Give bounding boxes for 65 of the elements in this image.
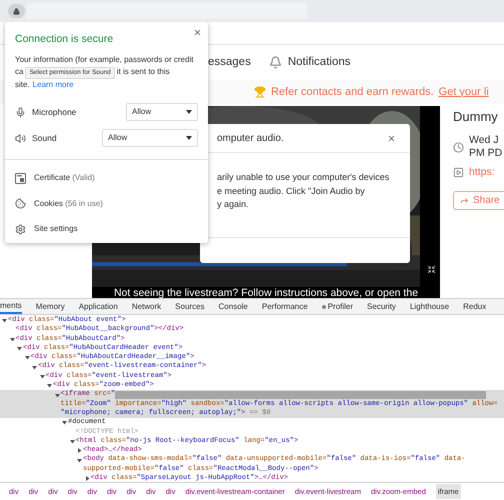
- info-text: ca: [15, 66, 24, 78]
- video-link-icon: [453, 167, 464, 178]
- expand-down-icon[interactable]: [70, 439, 74, 444]
- permission-dropdown[interactable]: Allow: [102, 129, 198, 148]
- clock-icon: [453, 142, 464, 152]
- permission-dropdown[interactable]: Allow: [126, 103, 198, 122]
- expand-down-icon[interactable]: [24, 355, 30, 360]
- site-info-item[interactable]: Certificate (Valid): [15, 165, 208, 191]
- bell-icon: [268, 56, 282, 69]
- devtools-tab[interactable]: Application: [78, 299, 118, 314]
- site-info-item[interactable]: Cookies (56 in use): [15, 190, 208, 216]
- lock-icon: [13, 8, 20, 14]
- devtools-tab[interactable]: Memory: [36, 299, 65, 314]
- settings-icon: [15, 224, 26, 234]
- certificate-icon: [15, 172, 26, 184]
- devtools-tab[interactable]: Security: [367, 299, 396, 314]
- expand-down-icon[interactable]: [54, 392, 60, 398]
- event-date: Wed J: [469, 134, 500, 147]
- trophy-icon: [254, 86, 266, 98]
- site-info-item[interactable]: Site settings: [15, 216, 208, 242]
- expand-down-icon[interactable]: [32, 364, 37, 370]
- devtools-tab[interactable]: Sources: [175, 299, 205, 314]
- expand-down-icon[interactable]: [77, 458, 82, 463]
- lock-button[interactable]: [8, 4, 25, 18]
- info-text: it is sent to this: [116, 66, 170, 78]
- permission-label: Sound: [32, 132, 58, 145]
- devtools-tab[interactable]: Redux: [463, 299, 486, 314]
- caret-icon: [186, 110, 192, 114]
- microphone-icon: [15, 106, 26, 118]
- close-icon[interactable]: [193, 28, 202, 37]
- dialog-text: y again.: [217, 198, 250, 211]
- expand-right-icon[interactable]: [77, 448, 82, 454]
- info-text: Your information (for example, passwords or credit: [15, 54, 194, 66]
- expand-right-icon[interactable]: [84, 476, 90, 482]
- devtools-tab[interactable]: Profiler: [322, 299, 354, 314]
- close-icon[interactable]: [387, 134, 396, 142]
- devtools-tab[interactable]: ments: [0, 299, 22, 314]
- dialog-title: omputer audio.: [217, 132, 284, 146]
- popup-title: Connection is secure: [15, 32, 114, 47]
- expand-down-icon[interactable]: [62, 420, 67, 426]
- event-date: PM PD: [469, 147, 502, 160]
- expand-down-icon[interactable]: [10, 336, 14, 342]
- permission-label: Microphone: [32, 106, 78, 119]
- dialog-text: arily unable to use your computer's devices: [217, 171, 390, 184]
- devtools-tab[interactable]: Console: [218, 299, 248, 314]
- banner-text: Refer contacts and earn rewards.: [271, 84, 434, 100]
- devtools-tab[interactable]: Network: [132, 299, 162, 314]
- expand-down-icon[interactable]: [47, 383, 52, 388]
- devtools-tab[interactable]: Lighthouse: [410, 299, 450, 314]
- devtools-tab[interactable]: Performance: [262, 299, 308, 314]
- expand-down-icon[interactable]: [17, 346, 22, 352]
- cookie-icon: [15, 198, 26, 209]
- expand-down-icon[interactable]: [40, 374, 44, 379]
- expand-down-icon[interactable]: [2, 318, 7, 324]
- share-icon: [460, 196, 469, 205]
- info-text: site.: [15, 78, 30, 91]
- extension-icon: [322, 304, 326, 308]
- nav-tab[interactable]: essages: [208, 54, 251, 72]
- exit-fullscreen-icon[interactable]: [427, 265, 436, 274]
- speaker-icon: [15, 132, 26, 144]
- event-title: Dummy: [453, 108, 499, 126]
- nav-tab[interactable]: Notifications: [268, 54, 350, 72]
- dialog-text: e meeting audio. Click "Join Audio by: [217, 184, 366, 198]
- learn-more-link[interactable]: Learn more: [32, 78, 74, 92]
- caret-icon: [186, 136, 192, 140]
